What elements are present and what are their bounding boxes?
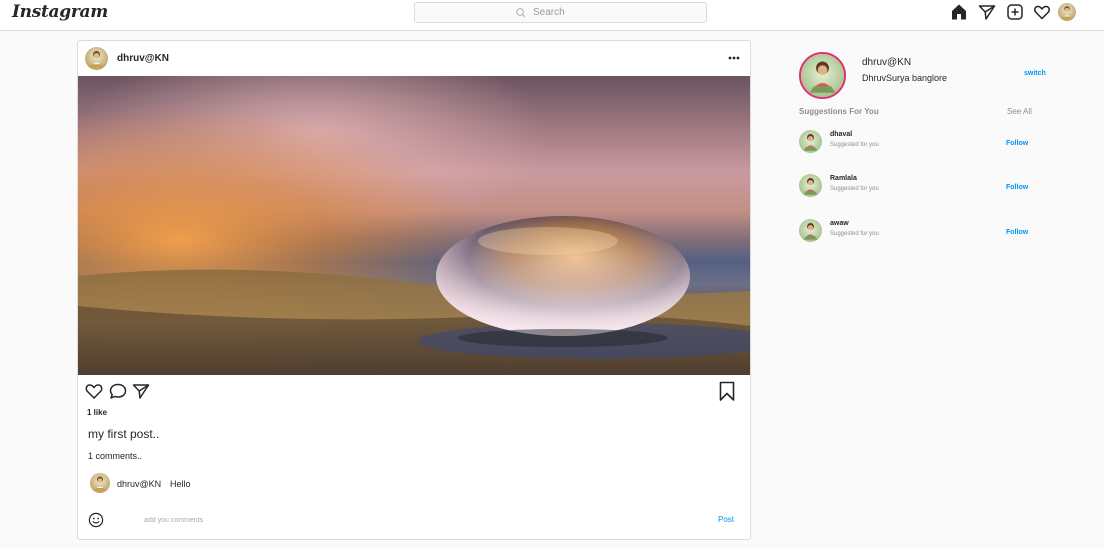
suggestion-subtitle: Suggested for you <box>830 231 879 237</box>
suggestion-username[interactable]: dhaval <box>830 131 852 138</box>
water-droplet-photo <box>78 76 750 375</box>
commenter-avatar[interactable] <box>90 473 110 493</box>
suggestion-item: Ramlala Suggested for you Follow <box>799 174 1059 198</box>
avatar-image <box>90 473 110 493</box>
search-icon <box>516 8 526 18</box>
suggestion-username[interactable]: Ramlala <box>830 175 857 182</box>
profile-avatar-nav[interactable] <box>1058 3 1076 21</box>
bookmark-icon[interactable] <box>717 381 737 401</box>
new-post-icon[interactable] <box>1005 2 1025 22</box>
comment-text: Hello <box>170 479 191 489</box>
avatar-image <box>799 130 822 153</box>
sidebar-fullname: DhruvSurya banglore <box>862 73 948 83</box>
like-count[interactable]: 1 like <box>87 408 107 417</box>
post-caption: my first post.. <box>88 427 160 441</box>
suggestions-title: Suggestions For You <box>799 107 879 116</box>
post-author-avatar[interactable] <box>85 47 108 70</box>
suggestion-subtitle: Suggested for you <box>830 142 879 148</box>
switch-account-button[interactable]: switch <box>1024 70 1046 77</box>
view-comments-link[interactable]: 1 comments.. <box>88 451 142 461</box>
avatar-image <box>799 174 822 197</box>
suggestion-username[interactable]: awaw <box>830 220 849 227</box>
suggestion-item: dhaval Suggested for you Follow <box>799 130 1059 154</box>
follow-button[interactable]: Follow <box>1006 229 1028 236</box>
direct-icon[interactable] <box>977 2 997 22</box>
suggestion-avatar[interactable] <box>799 174 822 197</box>
home-icon[interactable] <box>949 2 969 22</box>
post-card: dhruv@KN 1 like my first post.. 1 commen… <box>77 40 751 540</box>
activity-heart-icon[interactable] <box>1032 2 1052 22</box>
avatar-image <box>85 47 108 70</box>
post-image[interactable] <box>78 76 750 375</box>
emoji-icon[interactable] <box>88 512 104 528</box>
add-comment-bar: Post <box>78 507 750 533</box>
instagram-logo[interactable]: Instagram <box>12 2 108 22</box>
search-input[interactable] <box>533 4 693 21</box>
like-heart-icon[interactable] <box>84 381 104 401</box>
search-box[interactable] <box>414 2 707 23</box>
comment-input[interactable] <box>144 512 644 528</box>
post-comment-button[interactable]: Post <box>718 515 734 524</box>
suggestion-item: awaw Suggested for you Follow <box>799 219 1059 243</box>
avatar-image <box>1058 3 1076 21</box>
suggestion-avatar[interactable] <box>799 219 822 242</box>
see-all-link[interactable]: See All <box>1007 107 1032 116</box>
commenter-username[interactable]: dhruv@KN <box>117 479 161 489</box>
avatar-image <box>799 219 822 242</box>
share-direct-icon[interactable] <box>131 381 151 401</box>
post-actions <box>78 379 750 403</box>
comment-bubble-icon[interactable] <box>108 381 128 401</box>
post-username[interactable]: dhruv@KN <box>117 53 169 64</box>
more-options-icon[interactable] <box>727 52 741 64</box>
avatar-image <box>801 54 844 97</box>
follow-button[interactable]: Follow <box>1006 184 1028 191</box>
post-header: dhruv@KN <box>78 41 750 77</box>
sidebar-profile-avatar[interactable] <box>799 52 846 99</box>
sidebar-username[interactable]: dhruv@KN <box>862 57 911 68</box>
follow-button[interactable]: Follow <box>1006 140 1028 147</box>
suggestion-subtitle: Suggested for you <box>830 186 879 192</box>
top-navbar: Instagram <box>0 0 1104 31</box>
suggestion-avatar[interactable] <box>799 130 822 153</box>
